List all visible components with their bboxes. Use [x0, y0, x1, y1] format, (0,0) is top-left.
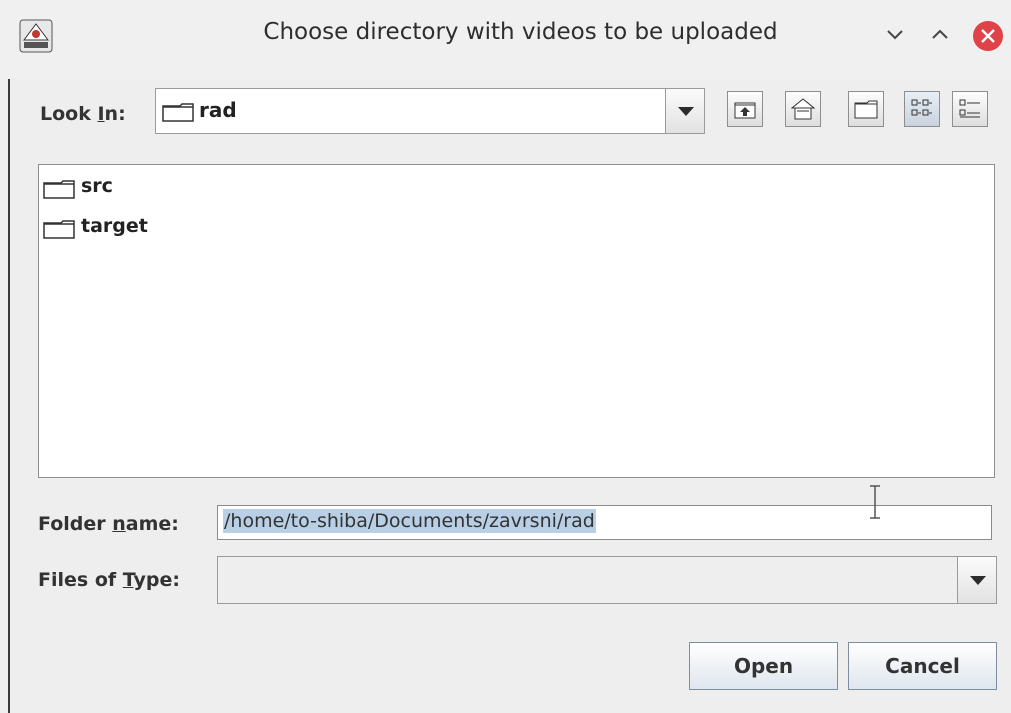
files-of-type-combo[interactable]: [217, 556, 997, 604]
window-title: Choose directory with videos to be uploa…: [263, 19, 778, 45]
close-button[interactable]: [972, 20, 1003, 51]
list-view-icon: [911, 99, 932, 116]
look-in-dropdown-arrow[interactable]: [665, 89, 704, 133]
up-one-level-button[interactable]: [727, 91, 763, 127]
new-folder-icon: [854, 100, 878, 119]
home-button[interactable]: [785, 91, 821, 127]
list-view-button[interactable]: [904, 91, 940, 127]
folder-icon: [162, 103, 194, 122]
look-in-label: Look In:: [40, 103, 126, 125]
title-bar: Choose directory with videos to be uploa…: [0, 0, 1011, 79]
up-one-level-icon: [734, 102, 756, 119]
look-in-combo[interactable]: rad: [155, 88, 705, 134]
folder-name-label: Folder name:: [38, 513, 179, 535]
file-name: target: [81, 215, 148, 237]
files-of-type-label: Files of Type:: [38, 569, 180, 591]
details-view-button[interactable]: [952, 91, 988, 127]
open-button[interactable]: Open: [689, 642, 838, 690]
file-name: src: [81, 175, 113, 197]
folder-icon: [43, 220, 75, 239]
maximize-button[interactable]: [925, 20, 955, 50]
file-list[interactable]: src target: [38, 164, 995, 478]
dialog-body: Look In: rad src target Folder name: /ho…: [8, 79, 1011, 713]
folder-icon: [43, 180, 75, 199]
home-icon: [791, 98, 815, 120]
folder-name-value: /home/to-shiba/Documents/zavrsni/rad: [223, 509, 596, 533]
files-of-type-dropdown-arrow[interactable]: [957, 557, 996, 603]
cancel-button[interactable]: Cancel: [848, 642, 997, 690]
text-cursor-icon: [870, 485, 880, 519]
look-in-value: rad: [199, 98, 237, 122]
new-folder-button[interactable]: [848, 91, 884, 127]
minimize-button[interactable]: [880, 20, 910, 50]
details-view-icon: [959, 99, 980, 118]
